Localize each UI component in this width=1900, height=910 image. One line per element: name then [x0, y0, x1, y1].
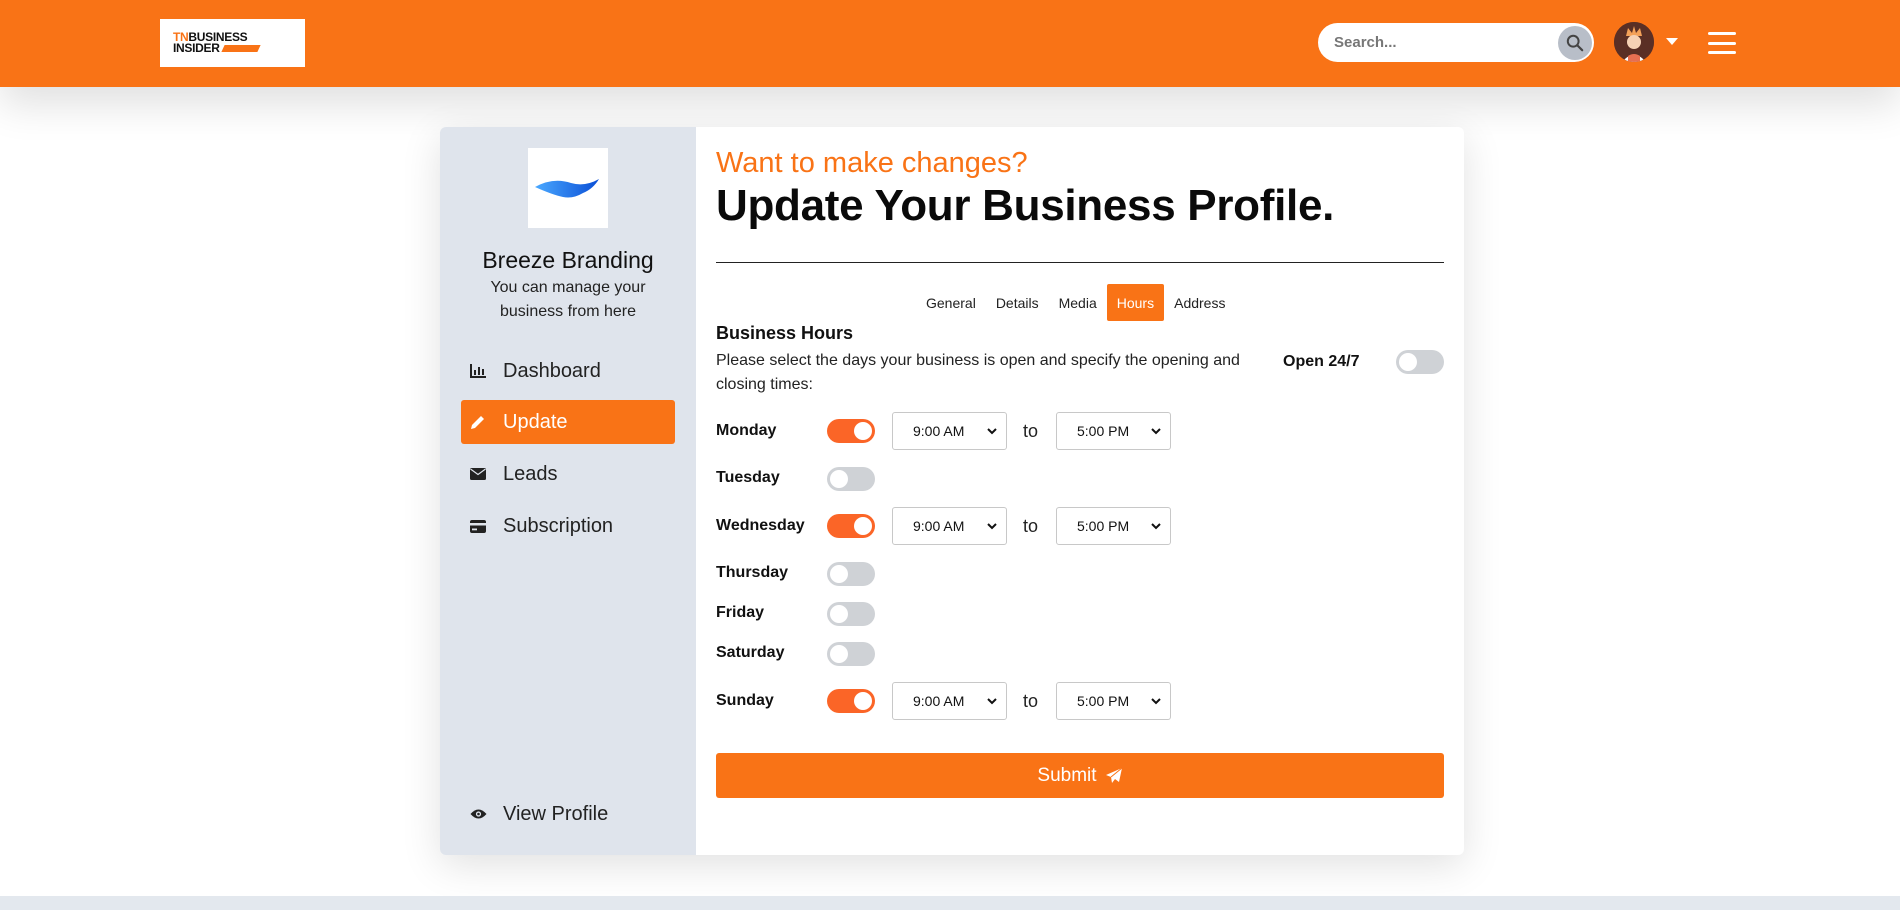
day-label-friday: Friday: [716, 604, 765, 621]
search-box: [1318, 23, 1594, 62]
sunday-close-time-select[interactable]: 5:00 PM: [1056, 682, 1171, 720]
sidebar-item-leads[interactable]: Leads: [461, 452, 675, 496]
day-label-thursday: Thursday: [716, 564, 789, 581]
sidebar-item-label: Update: [503, 410, 568, 433]
hamburger-menu-button[interactable]: [1708, 32, 1736, 54]
business-logo: [528, 148, 608, 228]
sunday-toggle[interactable]: [827, 689, 875, 713]
to-label: to: [1023, 516, 1039, 536]
tab-media[interactable]: Media: [1049, 284, 1107, 321]
sidebar-item-label: Leads: [503, 462, 558, 485]
tab-hours[interactable]: Hours: [1106, 284, 1165, 321]
search-button[interactable]: [1558, 26, 1592, 60]
business-name: Breeze Branding: [482, 247, 654, 273]
chevron-down-icon: [987, 523, 997, 530]
pencil-icon: [469, 413, 487, 431]
site-logo[interactable]: TN BUSINESS INSIDER: [160, 19, 305, 67]
business-subtitle: You can manage your business from here: [490, 279, 646, 320]
chevron-down-icon: [1151, 698, 1161, 705]
select-value: 9:00 AM: [913, 518, 965, 534]
sidebar-item-dashboard[interactable]: Dashboard: [461, 349, 675, 393]
select-value: 5:00 PM: [1077, 423, 1130, 439]
section-title: Business Hours: [716, 323, 854, 343]
open-24-7-label: Open 24/7: [1283, 353, 1360, 370]
to-label: to: [1023, 421, 1039, 441]
top-navbar: TN BUSINESS INSIDER: [0, 0, 1900, 87]
logo-insider-text: INSIDER: [173, 41, 220, 55]
credit-card-icon: [469, 517, 487, 535]
chevron-down-icon: [987, 428, 997, 435]
thursday-toggle[interactable]: [827, 562, 875, 586]
user-menu-caret[interactable]: [1665, 34, 1679, 52]
hamburger-line: [1708, 32, 1736, 35]
tab-address[interactable]: Address: [1164, 284, 1235, 321]
envelope-icon: [469, 465, 487, 483]
tuesday-toggle[interactable]: [827, 467, 875, 491]
submit-label: Submit: [1037, 764, 1097, 786]
select-value: 9:00 AM: [913, 423, 965, 439]
logo-stripe: [220, 45, 261, 52]
page-title: Update Your Business Profile.: [716, 181, 1335, 230]
select-value: 5:00 PM: [1077, 693, 1130, 709]
open-24-7-toggle[interactable]: [1396, 350, 1444, 374]
page-kicker: Want to make changes?: [716, 147, 1028, 179]
tab-details[interactable]: Details: [986, 284, 1049, 321]
section-description: Please select the days your business is …: [716, 352, 1240, 393]
view-profile-label: View Profile: [503, 802, 609, 825]
search-input[interactable]: [1318, 34, 1548, 51]
search-icon: [1566, 34, 1584, 52]
footer-strip: [0, 896, 1900, 910]
user-avatar[interactable]: [1614, 22, 1654, 62]
chevron-down-icon: [987, 698, 997, 705]
day-label-saturday: Saturday: [716, 644, 785, 661]
profile-card: Breeze Branding You can manage your busi…: [440, 127, 1464, 855]
day-label-wednesday: Wednesday: [716, 517, 805, 534]
hamburger-line: [1708, 41, 1736, 45]
chevron-down-icon: [1151, 523, 1161, 530]
wednesday-open-time-select[interactable]: 9:00 AM: [892, 507, 1007, 545]
wednesday-toggle[interactable]: [827, 514, 875, 538]
sidebar: Breeze Branding You can manage your busi…: [440, 127, 696, 855]
submit-button[interactable]: Submit: [716, 753, 1444, 798]
hamburger-line: [1708, 51, 1736, 54]
sidebar-item-label: Subscription: [503, 514, 614, 537]
day-label-sunday: Sunday: [716, 692, 774, 709]
day-label-tuesday: Tuesday: [716, 469, 780, 486]
sunday-open-time-select[interactable]: 9:00 AM: [892, 682, 1007, 720]
caret-down-icon: [1666, 38, 1678, 45]
tab-general[interactable]: General: [916, 284, 986, 321]
sidebar-item-subscription[interactable]: Subscription: [461, 504, 675, 548]
eye-icon: [469, 805, 487, 823]
saturday-toggle[interactable]: [827, 642, 875, 666]
select-value: 5:00 PM: [1077, 518, 1130, 534]
title-divider: [716, 262, 1444, 263]
chart-icon: [469, 362, 487, 380]
monday-toggle[interactable]: [827, 419, 875, 443]
view-profile-link[interactable]: View Profile: [461, 792, 675, 836]
chevron-down-icon: [1151, 428, 1161, 435]
wednesday-close-time-select[interactable]: 5:00 PM: [1056, 507, 1171, 545]
monday-close-time-select[interactable]: 5:00 PM: [1056, 412, 1171, 450]
sidebar-item-label: Dashboard: [503, 359, 601, 382]
paper-plane-icon: [1105, 767, 1122, 783]
to-label: to: [1023, 691, 1039, 711]
sidebar-item-update[interactable]: Update: [461, 400, 675, 444]
wave-logo-icon: [535, 179, 599, 198]
select-value: 9:00 AM: [913, 693, 965, 709]
monday-open-time-select[interactable]: 9:00 AM: [892, 412, 1007, 450]
profile-tabs: General Details Media Hours Address: [916, 284, 1235, 321]
friday-toggle[interactable]: [827, 602, 875, 626]
avatar-image: [1614, 22, 1654, 62]
day-label-monday: Monday: [716, 422, 777, 439]
